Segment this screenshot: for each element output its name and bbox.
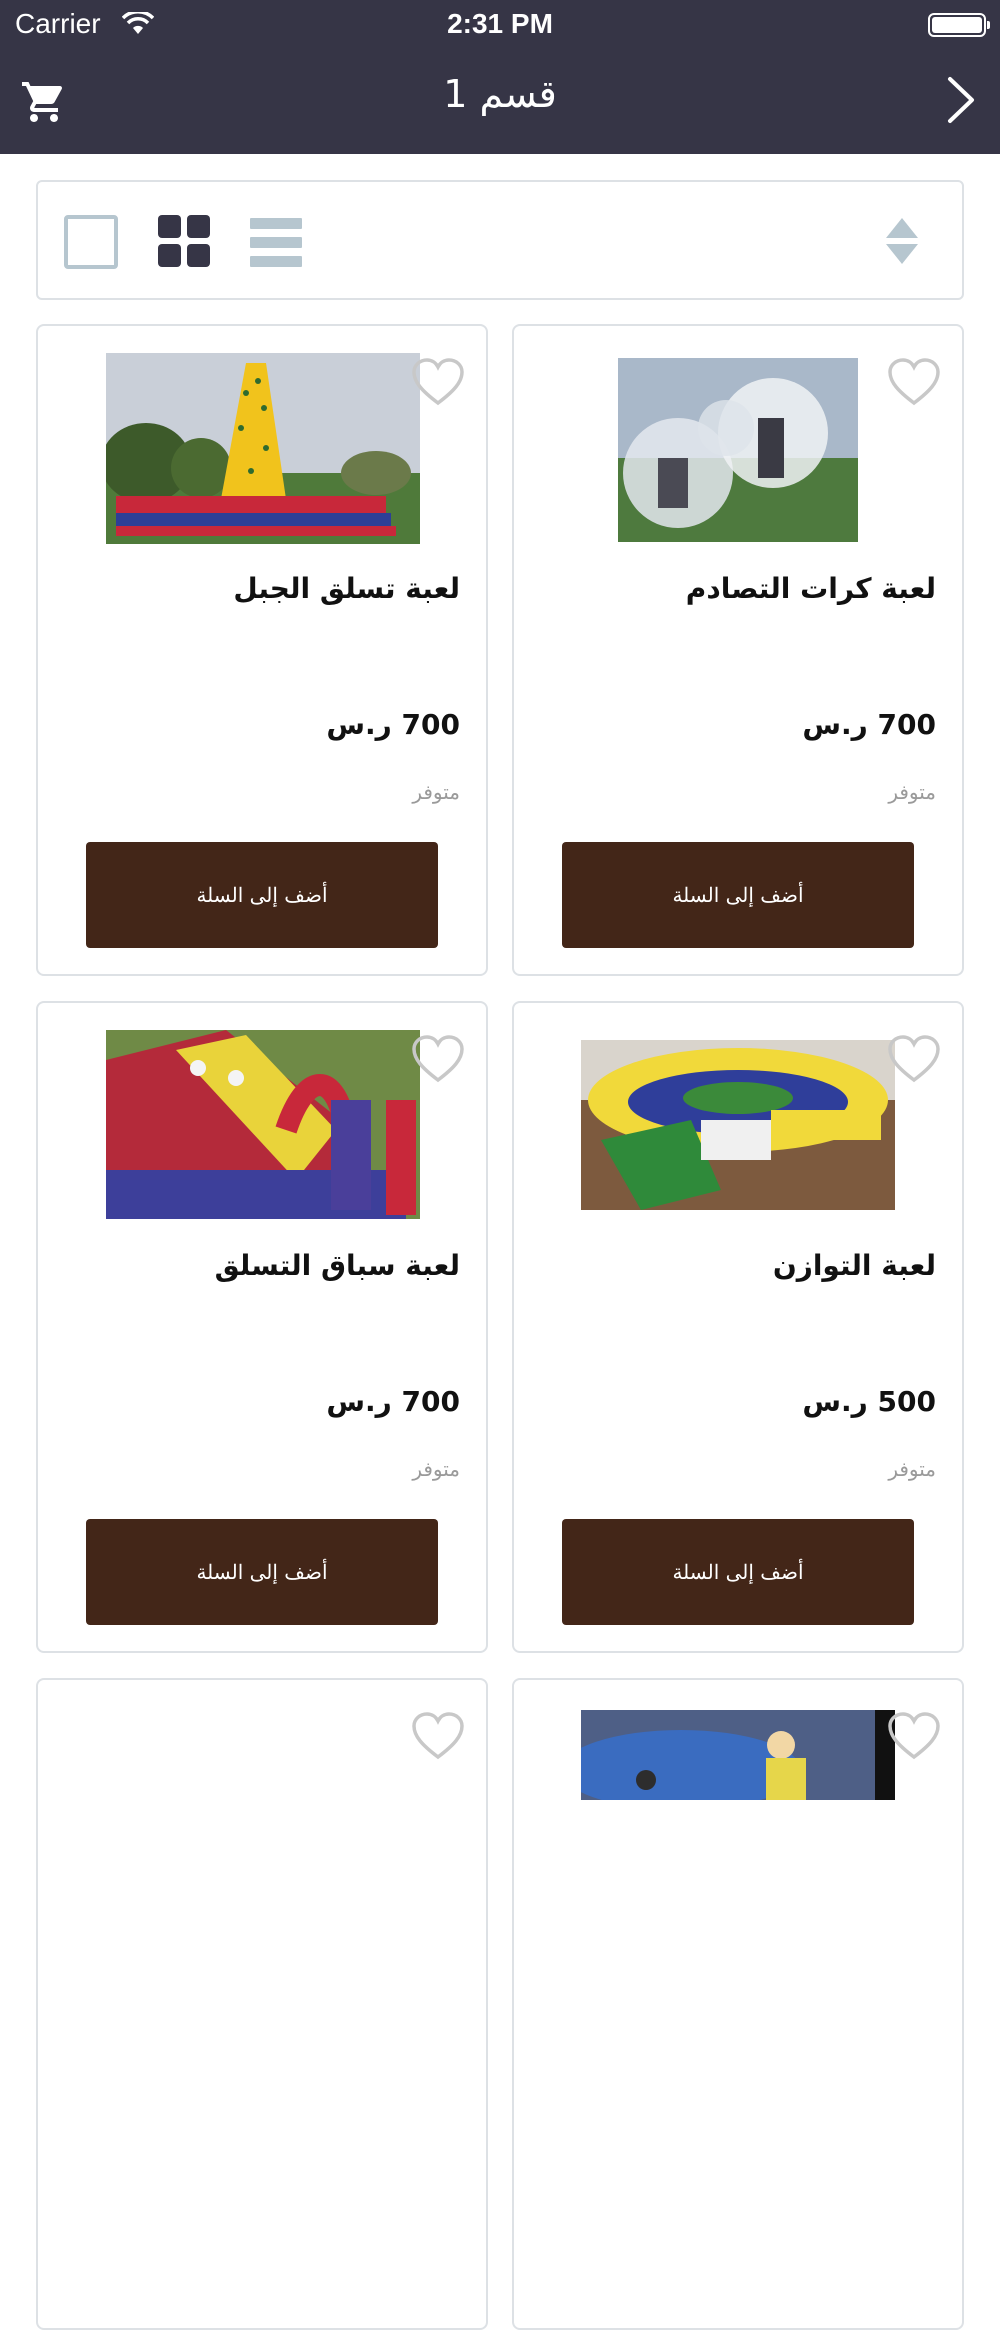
product-price: 700 ر.س <box>802 708 936 741</box>
heart-icon[interactable] <box>410 1033 466 1085</box>
product-price: 700 ر.س <box>326 708 460 741</box>
product-card[interactable]: لعبة تسلق الجبل 700 ر.س متوفر أضف إلى ال… <box>36 324 488 976</box>
heart-icon[interactable] <box>886 1033 942 1085</box>
product-name[interactable]: لعبة سباق التسلق <box>60 1249 460 1282</box>
chevron-right-icon[interactable] <box>946 76 976 124</box>
product-name[interactable]: لعبة كرات التصادم <box>536 572 936 605</box>
stock-status: متوفر <box>412 1457 460 1481</box>
single-view-icon[interactable] <box>64 215 118 269</box>
stock-status: متوفر <box>412 780 460 804</box>
status-bar: Carrier 2:31 PM <box>0 0 1000 50</box>
stock-status: متوفر <box>888 1457 936 1481</box>
add-to-cart-button[interactable]: أضف إلى السلة <box>562 1519 914 1625</box>
status-time: 2:31 PM <box>447 8 553 39</box>
add-to-cart-button[interactable]: أضف إلى السلة <box>562 842 914 948</box>
sort-icon[interactable] <box>884 216 920 266</box>
heart-icon[interactable] <box>410 1710 466 1762</box>
product-image[interactable] <box>106 1030 420 1219</box>
stock-status: متوفر <box>888 780 936 804</box>
product-price: 700 ر.س <box>326 1385 460 1418</box>
heart-icon[interactable] <box>886 1710 942 1762</box>
product-image[interactable] <box>106 353 420 544</box>
product-image[interactable] <box>581 1710 895 1800</box>
view-toolbar <box>36 180 964 300</box>
product-card[interactable]: لعبة سباق التسلق 700 ر.س متوفر أضف إلى ا… <box>36 1001 488 1653</box>
product-card[interactable] <box>512 1678 964 2330</box>
product-name[interactable]: لعبة تسلق الجبل <box>60 572 460 605</box>
heart-icon[interactable] <box>886 356 942 408</box>
product-card[interactable] <box>36 1678 488 2330</box>
product-image[interactable] <box>618 358 858 542</box>
product-card[interactable]: لعبة كرات التصادم 700 ر.س متوفر أضف إلى … <box>512 324 964 976</box>
battery-icon <box>928 13 990 37</box>
list-view-icon[interactable] <box>250 218 302 270</box>
product-card[interactable]: لعبة التوازن 500 ر.س متوفر أضف إلى السلة <box>512 1001 964 1653</box>
grid-view-icon[interactable] <box>158 215 212 269</box>
heart-icon[interactable] <box>410 356 466 408</box>
page-title: قسم 1 <box>443 72 557 116</box>
add-to-cart-button[interactable]: أضف إلى السلة <box>86 1519 438 1625</box>
product-image[interactable] <box>581 1040 895 1210</box>
navigation-bar: Carrier 2:31 PM قسم 1 <box>0 0 1000 154</box>
product-name[interactable]: لعبة التوازن <box>536 1249 936 1282</box>
add-to-cart-button[interactable]: أضف إلى السلة <box>86 842 438 948</box>
product-price: 500 ر.س <box>802 1385 936 1418</box>
